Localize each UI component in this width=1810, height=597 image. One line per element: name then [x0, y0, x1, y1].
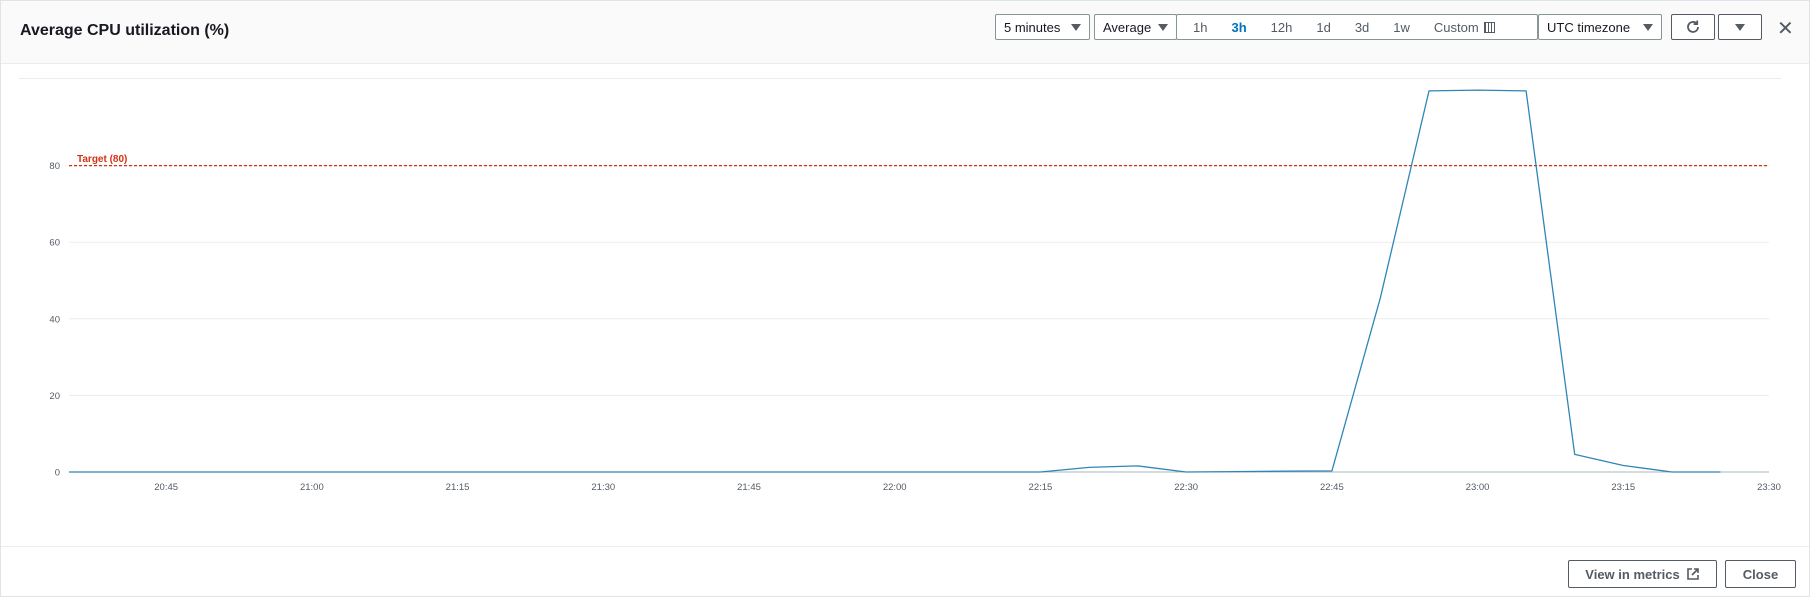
x-tick-label: 22:00	[883, 482, 907, 493]
x-tick-label: 22:45	[1320, 482, 1344, 493]
custom-label: Custom	[1433, 19, 1479, 35]
caret-down-icon	[1735, 23, 1745, 31]
y-tick-label: 60	[49, 238, 60, 249]
period-value: 5 minutes	[1004, 19, 1061, 35]
statistic-select[interactable]: Average	[1094, 14, 1177, 40]
panel-title: Average CPU utilization (%)	[20, 22, 230, 39]
view-in-metrics-label: View in metrics	[1585, 566, 1680, 582]
external-link-icon	[1686, 568, 1699, 580]
x-tick-label: 22:30	[1174, 482, 1198, 493]
refresh-icon	[1687, 20, 1699, 33]
x-tick-label: 21:30	[591, 482, 615, 493]
x-tick-label: 23:30	[1757, 482, 1781, 493]
y-tick-label: 0	[55, 468, 60, 479]
timezone-select[interactable]: UTC timezone	[1538, 14, 1662, 40]
x-tick-label: 21:15	[446, 482, 470, 493]
chart-panel: Average CPU utilization (%) 5 minutes Av…	[0, 0, 1810, 597]
close-icon[interactable]: ✕	[1777, 19, 1794, 39]
time-range-group: 1h 3h 12h 1d 3d 1w Custom	[1176, 14, 1538, 40]
cpu-series-line	[69, 89, 1721, 473]
range-1d[interactable]: 1d	[1304, 20, 1342, 35]
x-tick-label: 23:15	[1611, 482, 1635, 493]
range-custom[interactable]: Custom	[1422, 20, 1499, 35]
x-tick-label: 21:00	[300, 482, 324, 493]
footer-divider	[1, 546, 1809, 547]
period-select[interactable]: 5 minutes	[995, 14, 1090, 40]
cpu-line-chart: 0 20 40 60 80 20:45 21:00 21:15 21:30 21:45 22:00 2…	[49, 89, 1781, 493]
statistic-value: Average	[1103, 19, 1152, 35]
refresh-options-button[interactable]	[1718, 14, 1762, 40]
x-tick-label: 21:45	[737, 482, 761, 493]
close-button[interactable]: Close	[1725, 560, 1796, 588]
y-tick-label: 80	[49, 161, 60, 172]
range-1h[interactable]: 1h	[1177, 20, 1219, 35]
timezone-value: UTC timezone	[1547, 19, 1631, 35]
y-tick-label: 20	[49, 391, 60, 402]
refresh-button[interactable]	[1671, 14, 1715, 40]
range-3h[interactable]: 3h	[1219, 20, 1258, 35]
range-1w[interactable]: 1w	[1381, 20, 1422, 35]
caret-down-icon	[1158, 23, 1168, 31]
calendar-icon	[1483, 21, 1495, 33]
y-tick-label: 40	[49, 314, 60, 325]
x-tick-label: 20:45	[154, 482, 178, 493]
chart-top-divider	[19, 78, 1781, 79]
threshold-label: Target (80)	[77, 154, 127, 165]
x-tick-label: 23:00	[1466, 482, 1490, 493]
range-3d[interactable]: 3d	[1343, 20, 1381, 35]
range-12h[interactable]: 12h	[1259, 20, 1305, 35]
x-tick-label: 22:15	[1029, 482, 1053, 493]
view-in-metrics-button[interactable]: View in metrics	[1568, 560, 1717, 588]
panel-header: Average CPU utilization (%) 5 minutes Av…	[1, 1, 1809, 64]
caret-down-icon	[1643, 23, 1653, 31]
caret-down-icon	[1071, 23, 1081, 31]
